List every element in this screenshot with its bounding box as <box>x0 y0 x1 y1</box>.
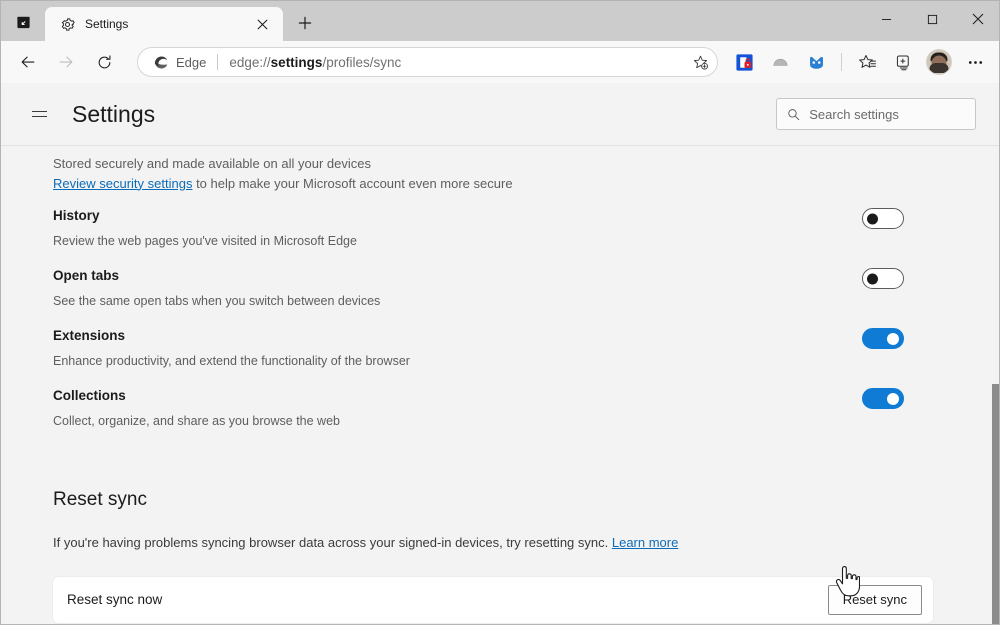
favorites-icon <box>858 54 876 68</box>
intro-line-2-rest: to help make your Microsoft account even… <box>192 175 513 191</box>
tab-search-icon <box>16 16 30 28</box>
back-arrow-icon <box>21 56 35 68</box>
more-options-icon <box>968 60 982 64</box>
toggle-history[interactable] <box>862 208 904 229</box>
hamburger-bar <box>31 116 47 117</box>
collections-icon <box>896 55 909 70</box>
intro-line-1: Stored securely and made available on al… <box>53 156 371 171</box>
collections-button[interactable] <box>888 47 918 77</box>
url-suffix: /profiles/sync <box>322 54 402 70</box>
learn-more-link[interactable]: Learn more <box>612 535 678 550</box>
edge-brand-label: Edge <box>176 54 207 70</box>
search-icon <box>788 108 800 120</box>
forward-arrow-icon <box>59 56 73 68</box>
browser-tab[interactable]: Settings <box>45 7 283 41</box>
malwarebytes-extension-button[interactable] <box>801 47 831 77</box>
new-tab-button[interactable] <box>291 9 319 37</box>
omnibox-separator <box>217 54 219 70</box>
close-tab-button[interactable] <box>251 13 273 35</box>
add-favorite-button[interactable] <box>687 49 713 75</box>
close-icon <box>972 13 984 25</box>
refresh-button[interactable] <box>88 46 120 78</box>
toolbar-separator <box>841 53 842 71</box>
refresh-icon <box>98 54 110 68</box>
settings-page: Settings Stored securely and made availa… <box>1 83 999 624</box>
review-security-settings-link[interactable]: Review security settings <box>53 176 192 191</box>
tab-search-button[interactable] <box>7 7 39 37</box>
preference-row-extensions: Extensions Enhance productivity, and ext… <box>53 313 933 373</box>
toggle-knob <box>867 213 878 224</box>
preference-text: Collections Collect, organize, and share… <box>53 386 862 430</box>
toggle-extensions[interactable] <box>862 328 904 349</box>
toggle-knob <box>867 273 878 284</box>
search-input[interactable] <box>809 106 965 122</box>
toggle-knob <box>887 392 899 405</box>
address-bar[interactable]: Edge edge://settings/profiles/sync <box>137 47 718 77</box>
browser-window: Settings Edge edge://settings/profiles/s… <box>0 0 1000 625</box>
edge-logo-icon <box>154 56 168 68</box>
nordvpn-extension-icon <box>773 58 787 66</box>
title-bar: Settings <box>1 1 999 41</box>
toggle-collections[interactable] <box>862 388 904 409</box>
profile-avatar[interactable] <box>926 49 952 75</box>
minimize-button[interactable] <box>863 1 909 37</box>
intro-line-2: Review security settings to help make yo… <box>53 174 933 194</box>
close-icon <box>257 19 267 29</box>
preference-text: Open tabs See the same open tabs when yo… <box>53 266 862 310</box>
close-window-button[interactable] <box>955 1 999 37</box>
preference-description: See the same open tabs when you switch b… <box>53 293 381 308</box>
add-favorite-icon <box>693 55 708 70</box>
back-button[interactable] <box>12 46 44 78</box>
gear-icon <box>59 16 75 32</box>
url-display: edge://settings/profiles/sync <box>229 55 687 70</box>
password-manager-extension-icon <box>735 53 753 71</box>
toggle-knob <box>887 332 899 345</box>
preference-row-collections: Collections Collect, organize, and share… <box>53 373 933 433</box>
toggle-open-tabs[interactable] <box>862 268 904 289</box>
maximize-button[interactable] <box>909 1 955 37</box>
plus-icon <box>298 16 312 30</box>
reset-sync-description-text: If you're having problems syncing browse… <box>53 535 612 550</box>
forward-button <box>50 46 82 78</box>
favorites-button[interactable] <box>852 47 882 77</box>
malwarebytes-extension-icon <box>809 56 823 69</box>
preference-description: Enhance productivity, and extend the fun… <box>53 353 410 368</box>
page-title: Settings <box>72 100 156 127</box>
url-prefix: edge:// <box>229 54 271 70</box>
tab-title: Settings <box>85 17 129 31</box>
preference-description: Collect, organize, and share as you brow… <box>53 413 340 428</box>
nordvpn-extension-button[interactable] <box>765 47 795 77</box>
window-controls <box>863 1 999 37</box>
preference-text: Extensions Enhance productivity, and ext… <box>53 326 862 370</box>
url-highlight: settings <box>270 54 323 70</box>
more-options-button[interactable] <box>960 47 990 77</box>
settings-content: Stored securely and made available on al… <box>53 146 933 623</box>
reset-sync-card-label: Reset sync now <box>67 592 163 607</box>
scrollbar-track[interactable] <box>991 146 999 624</box>
preference-row-history: History Review the web pages you've visi… <box>53 193 933 253</box>
preference-title: History <box>53 208 100 223</box>
hamburger-bar <box>31 111 47 112</box>
browser-toolbar: Edge edge://settings/profiles/sync <box>1 41 999 83</box>
preference-title: Collections <box>53 388 126 403</box>
search-settings-box[interactable] <box>776 98 976 130</box>
edge-brand-badge: Edge <box>152 54 206 71</box>
settings-scroll-area: Stored securely and made available on al… <box>1 146 999 624</box>
preference-text: History Review the web pages you've visi… <box>53 206 862 250</box>
scrollbar-thumb[interactable] <box>992 384 999 624</box>
password-manager-extension-button[interactable] <box>729 47 759 77</box>
avatar-beard <box>929 63 949 73</box>
hamburger-menu-icon[interactable] <box>24 99 54 129</box>
reset-sync-description: If you're having problems syncing browse… <box>53 533 933 553</box>
preference-row-open-tabs: Open tabs See the same open tabs when yo… <box>53 253 933 313</box>
preference-title: Open tabs <box>53 268 120 283</box>
reset-sync-card: Reset sync now Reset sync <box>53 576 933 623</box>
settings-header: Settings <box>1 83 999 146</box>
preference-title: Extensions <box>53 328 126 343</box>
maximize-icon <box>927 14 937 24</box>
reset-sync-button[interactable]: Reset sync <box>827 584 922 615</box>
preference-description: Review the web pages you've visited in M… <box>53 233 357 248</box>
reset-sync-heading: Reset sync <box>53 489 147 510</box>
minimize-icon <box>881 18 891 20</box>
